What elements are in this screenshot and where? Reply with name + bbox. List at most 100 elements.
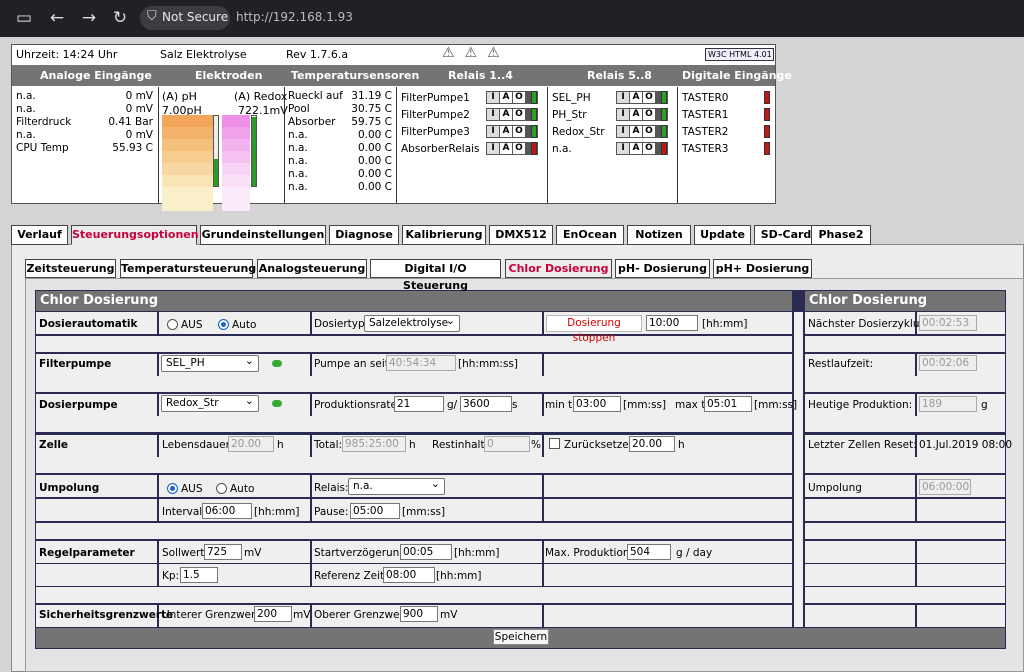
reload-icon[interactable]: ↻ xyxy=(110,8,130,28)
tab-phase2[interactable]: Phase2 xyxy=(811,225,871,245)
min-t-input[interactable]: 03:00 xyxy=(573,396,621,412)
tab-update[interactable]: Update xyxy=(694,225,751,245)
label-min-t: min t: xyxy=(545,399,576,411)
stop-time-input[interactable]: 10:00 xyxy=(646,315,698,331)
iao-O[interactable]: O xyxy=(643,92,655,103)
redox-gauge-fill xyxy=(252,117,256,186)
form-cell xyxy=(544,354,792,376)
save-button[interactable]: Speichern xyxy=(493,629,549,645)
iao-A[interactable]: A xyxy=(630,143,642,154)
iao-I[interactable]: I xyxy=(487,143,499,154)
temp-label: n.a. xyxy=(288,181,308,193)
iao-I[interactable]: I xyxy=(487,126,499,137)
reset-checkbox[interactable] xyxy=(549,438,560,449)
unit-hhmm-2: [hh:mm] xyxy=(254,506,300,518)
referenz-zeit-input[interactable]: 08:00 xyxy=(383,567,435,583)
iao-A[interactable]: A xyxy=(500,92,512,103)
iao-I[interactable]: I xyxy=(617,126,629,137)
browser-toolbar: ▭ ← → ↻ ⛉ Not Secure http://192.168.1.93 xyxy=(0,0,1024,37)
iao-A[interactable]: A xyxy=(630,109,642,120)
relais-select[interactable]: n.a. xyxy=(348,476,445,495)
address-bar[interactable]: http://192.168.1.93 xyxy=(236,10,353,24)
temp-value: 30.75 C xyxy=(351,103,392,115)
subtab-temperatursteuerung[interactable]: Temperatursteuerung xyxy=(120,259,256,278)
iao-A[interactable]: A xyxy=(500,143,512,154)
stop-dosing-button[interactable]: Dosierung stoppen xyxy=(546,315,642,344)
iao-O[interactable]: O xyxy=(643,109,655,120)
iao-O[interactable]: O xyxy=(643,143,655,154)
iao-O[interactable]: O xyxy=(513,126,525,137)
ph-bar-segment xyxy=(162,151,213,163)
iao-I[interactable]: I xyxy=(617,92,629,103)
redox-label: (A) Redox xyxy=(234,90,288,103)
interval-input[interactable]: 06:00 xyxy=(202,503,252,519)
tab-grundeinstellungen[interactable]: Grundeinstellungen xyxy=(200,225,326,245)
max-t-input[interactable]: 05:01 xyxy=(704,396,752,412)
kp-input[interactable]: 1.5 xyxy=(180,567,218,583)
iao-O[interactable]: O xyxy=(643,126,655,137)
iao-I[interactable]: I xyxy=(617,109,629,120)
tab-notizen[interactable]: Notizen xyxy=(627,225,691,245)
iao-O[interactable]: O xyxy=(513,143,525,154)
radio-auto[interactable]: Auto xyxy=(218,319,256,331)
subtab-zeitsteuerung[interactable]: Zeitsteuerung xyxy=(25,259,116,278)
unit-g-2: g xyxy=(981,399,988,411)
iao-A[interactable]: A xyxy=(630,92,642,103)
filterpumpe-select[interactable]: SEL_PH xyxy=(161,353,259,372)
subtab-ph-dosierung[interactable]: pH- Dosierung xyxy=(615,259,710,278)
unterer-grenzwert-input[interactable]: 200 xyxy=(254,606,292,622)
subtab-ph-dosierung[interactable]: pH+ Dosierung xyxy=(713,259,812,278)
relais2-label: SEL_PH xyxy=(552,92,591,104)
label-dosierautomatik: Dosierautomatik xyxy=(39,318,138,330)
subtab-digital-i-o-steuerung[interactable]: Digital I/O Steuerung xyxy=(370,259,501,292)
iao-O[interactable]: O xyxy=(513,109,525,120)
reset-value-input[interactable]: 20.00 xyxy=(629,436,675,452)
tab-diagnose[interactable]: Diagnose xyxy=(329,225,399,245)
subtab-analogsteuerung[interactable]: Analogsteuerung xyxy=(257,259,367,278)
iao-A[interactable]: A xyxy=(500,109,512,120)
w3c-badge[interactable]: W3C HTML 4.01 xyxy=(705,48,774,61)
prodrate-g-input[interactable]: 21 xyxy=(394,396,444,412)
temp-label: n.a. xyxy=(288,168,308,180)
pause-input[interactable]: 05:00 xyxy=(350,503,400,519)
cast-icon[interactable]: ▭ xyxy=(14,8,34,28)
form-cell xyxy=(36,499,157,521)
iao-A[interactable]: A xyxy=(500,126,512,137)
tab-dmx512[interactable]: DMX512 xyxy=(489,225,553,245)
iao-I[interactable]: I xyxy=(487,109,499,120)
tab-verlauf[interactable]: Verlauf xyxy=(11,225,68,245)
header-analog: Analoge Eingänge xyxy=(40,69,152,82)
relais2-label: Redox_Str xyxy=(552,126,605,138)
radio-umpolung-aus[interactable]: AUS xyxy=(167,483,203,495)
max-produktion-input[interactable]: 504 xyxy=(627,544,671,560)
tab-steuerungsoptionen[interactable]: Steuerungsoptionen xyxy=(71,225,199,245)
radio-aus[interactable]: AUS xyxy=(167,319,203,331)
oberer-grenzwert-input[interactable]: 900 xyxy=(400,606,438,622)
dosiertyp-select[interactable]: Salzelektrolyse xyxy=(364,313,460,332)
iao-I[interactable]: I xyxy=(617,143,629,154)
unit-mv-3: mV xyxy=(440,609,458,621)
back-icon[interactable]: ← xyxy=(47,8,67,28)
sollwert-input[interactable]: 725 xyxy=(204,544,242,560)
tab-sd-card[interactable]: SD-Card xyxy=(754,225,818,245)
analog-value: 0.41 Bar xyxy=(108,116,153,128)
analog-value: 55.93 C xyxy=(112,142,153,154)
ph-bar-segment xyxy=(162,163,213,175)
radio-umpolung-auto[interactable]: Auto xyxy=(216,483,254,495)
relais1-label: FilterPumpe2 xyxy=(401,109,470,121)
ph-bar-segment xyxy=(162,187,213,199)
dosierpumpe-select[interactable]: Redox_Str xyxy=(161,393,259,412)
label-heutige-produktion: Heutige Produktion: xyxy=(808,399,913,411)
tab-enocean[interactable]: EnOcean xyxy=(556,225,624,245)
iao-I[interactable]: I xyxy=(487,92,499,103)
iao-O[interactable]: O xyxy=(513,92,525,103)
unit-mmss-2: [mm:ss] xyxy=(754,399,798,411)
iao-A[interactable]: A xyxy=(630,126,642,137)
startverzoegerung-input[interactable]: 00:05 xyxy=(400,544,452,560)
analog-label: CPU Temp xyxy=(16,142,69,154)
prodrate-s-input[interactable]: 3600 xyxy=(460,396,512,412)
subtab-chlor-dosierung[interactable]: Chlor Dosierung xyxy=(505,259,612,278)
forward-icon[interactable]: → xyxy=(79,8,99,28)
temp-label: n.a. xyxy=(288,155,308,167)
tab-kalibrierung[interactable]: Kalibrierung xyxy=(402,225,486,245)
